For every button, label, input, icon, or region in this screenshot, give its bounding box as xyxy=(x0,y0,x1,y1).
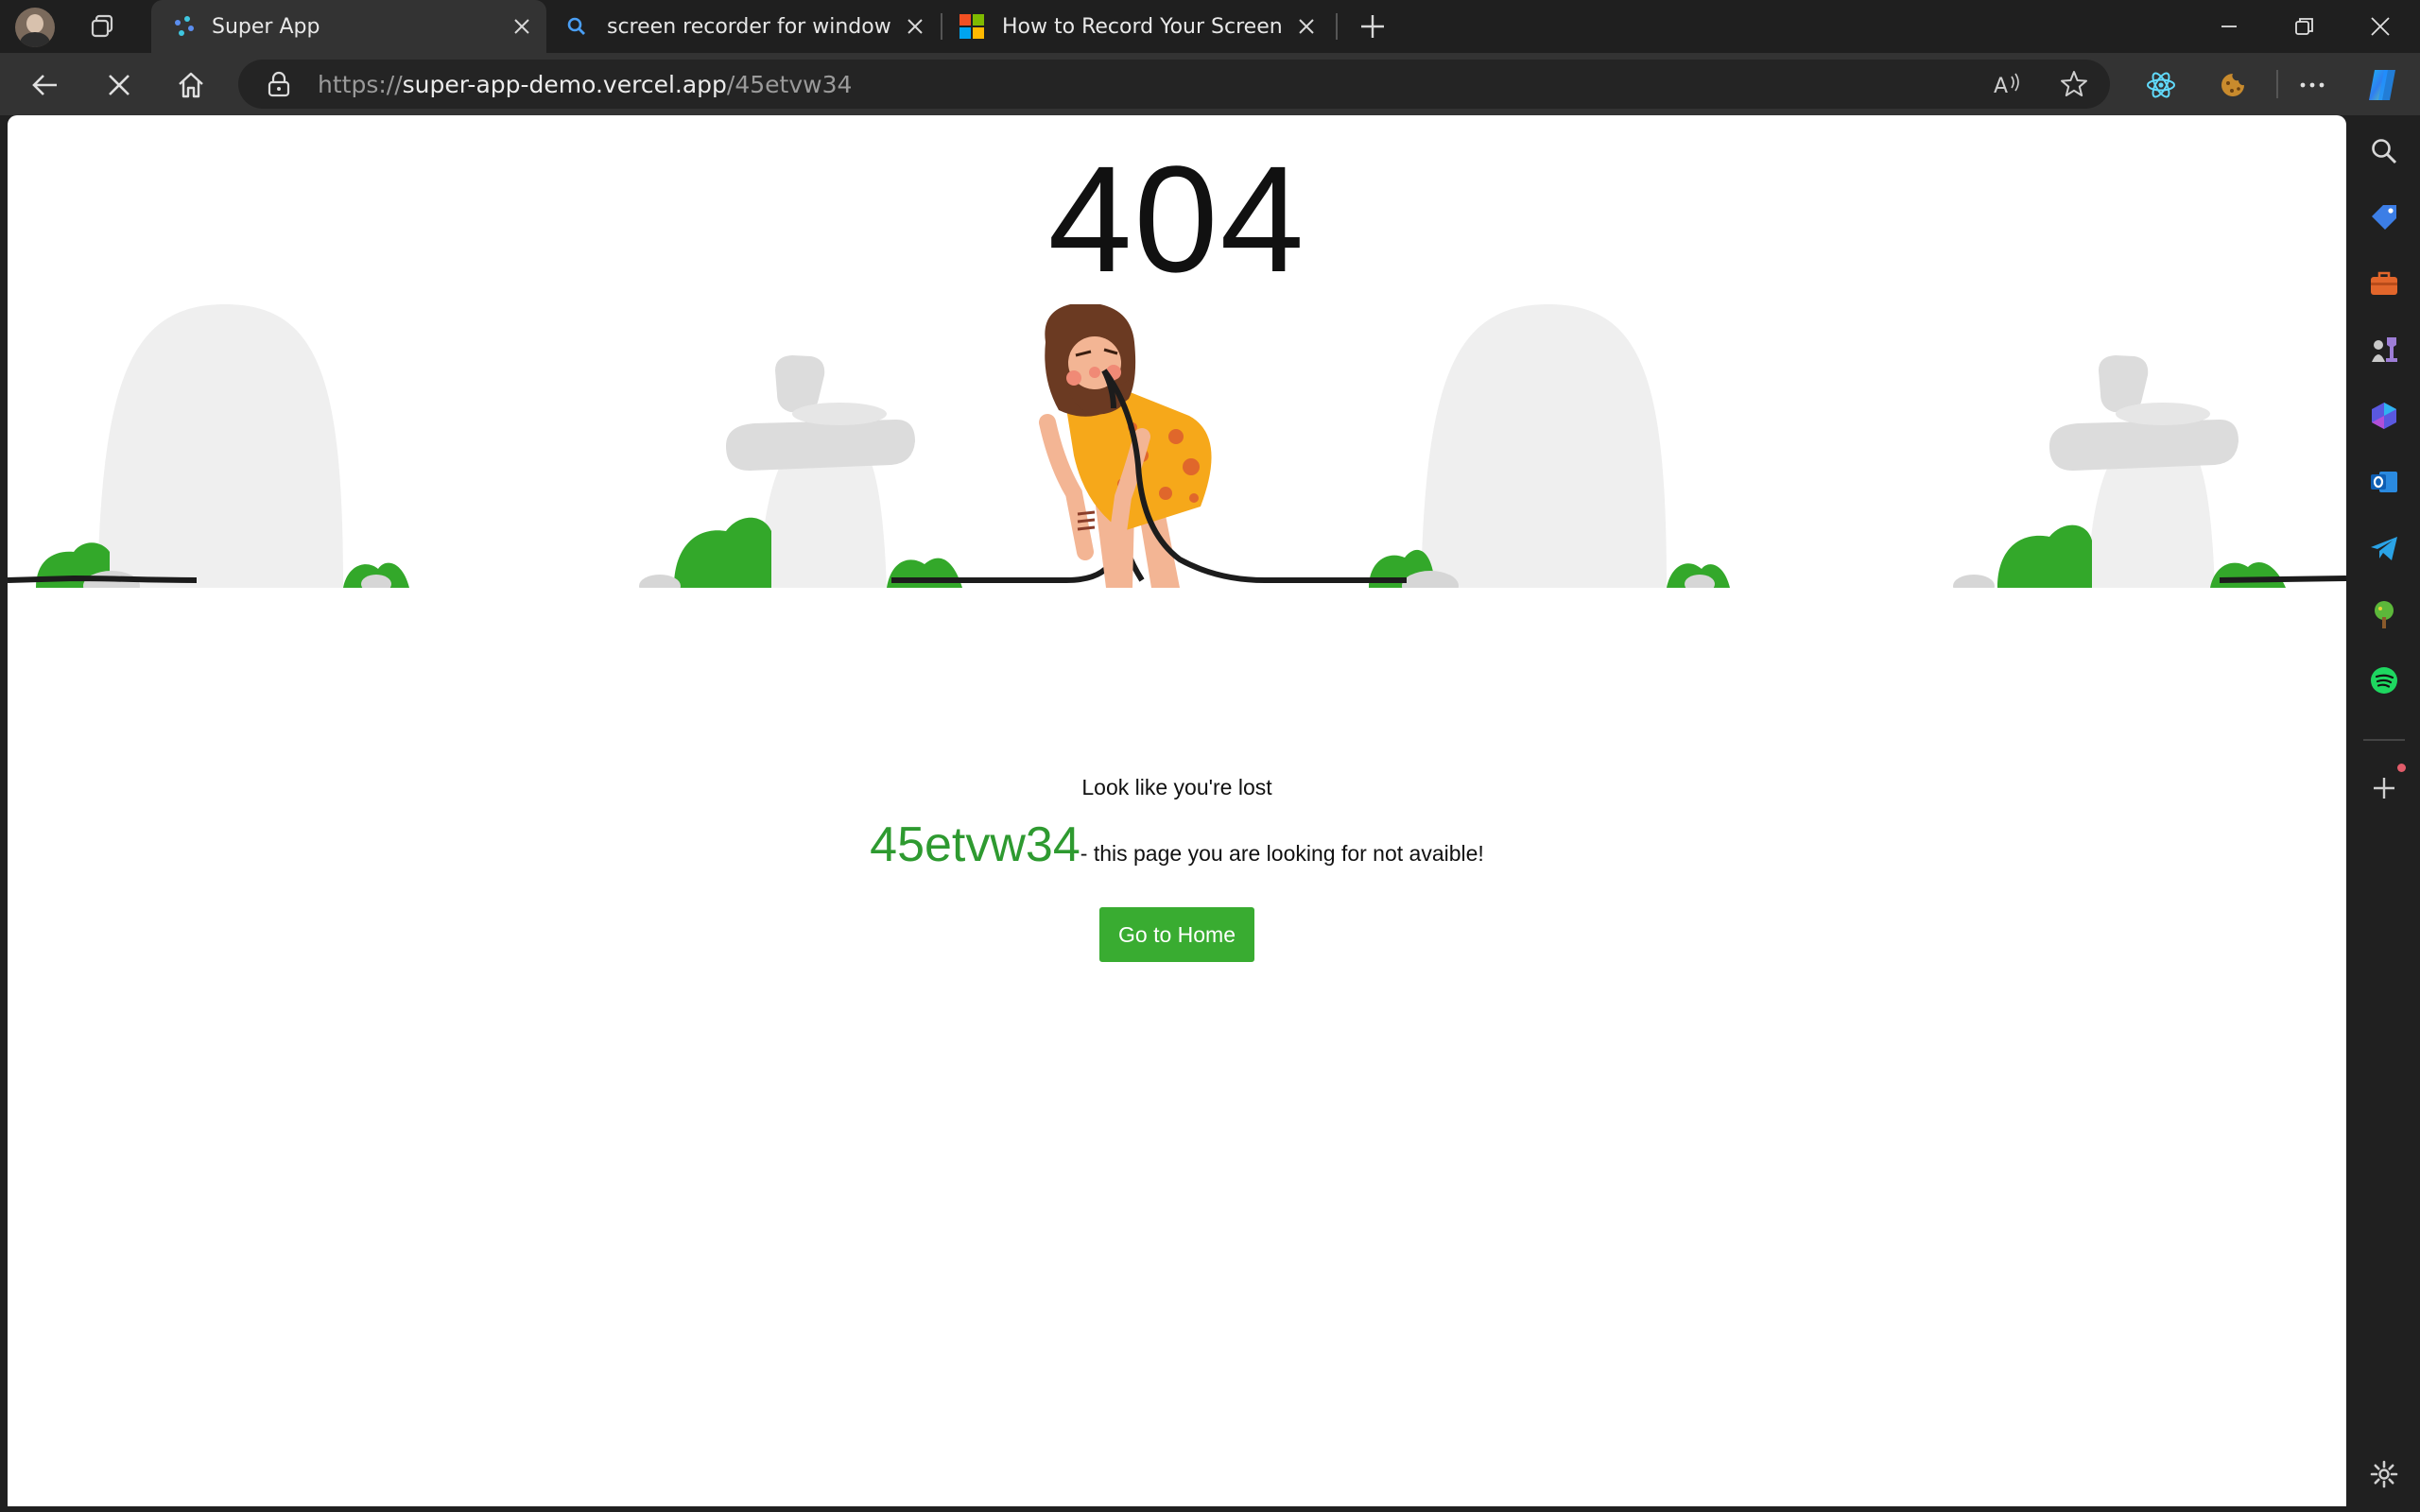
edge-sidebar xyxy=(2348,115,2420,1512)
workspaces-icon[interactable] xyxy=(81,6,123,47)
url-text[interactable]: https://super-app-demo.vercel.app/45etvw… xyxy=(318,71,852,98)
browser-toolbar: https://super-app-demo.vercel.app/45etvw… xyxy=(0,53,2420,115)
chess-games-icon[interactable] xyxy=(2365,331,2403,369)
tab-label: screen recorder for windows 11 - xyxy=(607,14,890,39)
toolbar-divider xyxy=(2276,70,2278,98)
search-icon[interactable] xyxy=(2365,132,2403,170)
profile-avatar[interactable] xyxy=(15,8,55,47)
lost-message: Look like you're lost xyxy=(1081,775,1272,799)
spotify-icon[interactable] xyxy=(2365,662,2403,699)
copilot-icon[interactable] xyxy=(2361,64,2403,106)
outlook-icon[interactable] xyxy=(2365,463,2403,501)
go-home-button[interactable]: Go to Home xyxy=(1099,907,1254,962)
tab-separator xyxy=(1336,13,1338,40)
path-code: 45etvw34 xyxy=(870,817,1080,872)
svg-text:A: A xyxy=(1994,75,2008,97)
tab-label: How to Record Your Screen on W xyxy=(1002,14,1284,39)
url-host: super-app-demo.vercel.app xyxy=(402,71,727,98)
home-icon[interactable] xyxy=(168,62,214,108)
address-bar[interactable]: https://super-app-demo.vercel.app/45etvw… xyxy=(238,60,2110,109)
notification-dot xyxy=(2397,764,2406,772)
microsoft365-icon[interactable] xyxy=(2365,397,2403,435)
not-found-message: - this page you are looking for not avai… xyxy=(1080,841,1484,866)
back-arrow-icon[interactable] xyxy=(23,62,68,108)
lock-icon[interactable] xyxy=(267,71,291,101)
url-path: /45etvw34 xyxy=(726,71,853,98)
super-app-favicon xyxy=(172,15,197,45)
favorite-star-icon[interactable] xyxy=(2053,63,2095,105)
search-icon xyxy=(565,15,588,43)
tab-separator xyxy=(941,13,942,40)
tab-label: Super App xyxy=(212,14,320,39)
close-tab-icon[interactable] xyxy=(902,13,928,40)
close-tab-icon[interactable] xyxy=(1293,13,1320,40)
read-aloud-icon[interactable]: A xyxy=(1987,63,2029,105)
error-heading: 404 xyxy=(1047,134,1306,303)
error-detail: 45etvw34- this page you are looking for … xyxy=(8,816,2346,873)
microsoft-logo-icon xyxy=(959,13,985,45)
shopping-tag-icon[interactable] xyxy=(2365,198,2403,236)
restore-icon[interactable] xyxy=(2267,0,2342,53)
stop-loading-x-icon[interactable] xyxy=(96,62,142,108)
cookie-extension-icon[interactable] xyxy=(2212,64,2254,106)
telegram-icon[interactable] xyxy=(2365,529,2403,567)
tab-super-app[interactable]: Super App xyxy=(151,0,546,53)
more-dots-icon[interactable] xyxy=(2291,64,2333,106)
settings-gear-icon[interactable] xyxy=(2365,1455,2403,1493)
page-viewport: 404 Look like you're lost 45etvw34- this… xyxy=(8,115,2346,1506)
close-window-icon[interactable] xyxy=(2342,0,2418,53)
close-tab-icon[interactable] xyxy=(509,13,535,40)
sidebar-divider xyxy=(2363,739,2405,741)
tab-strip: Super App screen recorder for windows 11… xyxy=(0,0,2420,53)
url-scheme: https:// xyxy=(318,71,403,98)
caveman-illustration xyxy=(8,304,2346,588)
tab-how-to-record[interactable]: How to Record Your Screen on W xyxy=(943,0,1333,53)
new-tab-plus-icon[interactable] xyxy=(1352,6,1393,47)
minimize-icon[interactable] xyxy=(2191,0,2267,53)
tree-icon[interactable] xyxy=(2365,595,2403,633)
add-icon[interactable] xyxy=(2365,764,2406,807)
react-devtools-icon[interactable] xyxy=(2140,64,2182,106)
tab-screen-recorder[interactable]: screen recorder for windows 11 - xyxy=(550,0,940,53)
tools-briefcase-icon[interactable] xyxy=(2365,265,2403,302)
